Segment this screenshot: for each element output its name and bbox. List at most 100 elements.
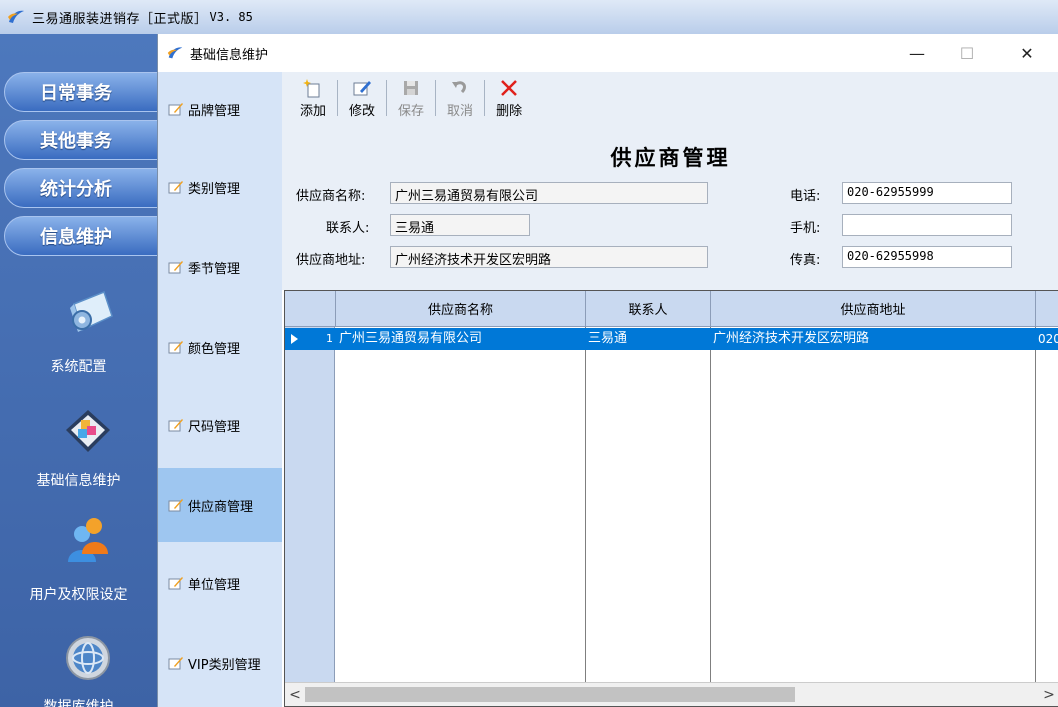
column-header-contact[interactable]: 联系人 <box>586 291 711 327</box>
undo-icon <box>452 80 466 93</box>
system-config-icon[interactable] <box>60 286 116 336</box>
dialog-logo-icon <box>167 47 183 59</box>
mobile-label: 手机: <box>790 221 821 236</box>
edit-icon <box>168 341 183 354</box>
toolbar: 添加 修改 保存 取消 删除 <box>282 72 1058 124</box>
supplier-grid: 供应商名称 联系人 供应商地址 1 广州三易通贸易有限公司 三易通 广州经济技术… <box>284 290 1058 707</box>
nav-item-label: 单位管理 <box>188 577 241 593</box>
supplier-address-field[interactable]: 广州经济技术开发区宏明路 <box>390 246 708 268</box>
phone-label: 电话: <box>790 189 821 204</box>
nav-item-color[interactable]: 颜色管理 <box>158 310 282 384</box>
close-button[interactable]: ✕ <box>1004 34 1050 72</box>
mobile-field[interactable] <box>842 214 1012 236</box>
dialog-title: 基础信息维护 <box>190 47 269 63</box>
column-divider <box>1035 327 1036 682</box>
cancel-label: 取消 <box>447 103 474 119</box>
cell-phone[interactable]: 020 <box>1038 328 1058 350</box>
app-logo-icon <box>8 10 24 23</box>
phone-field[interactable]: 020-62955999 <box>842 182 1012 204</box>
cell-contact[interactable]: 三易通 <box>588 328 708 350</box>
cell-address[interactable]: 广州经济技术开发区宏明路 <box>713 328 1033 350</box>
nav-item-label: 颜色管理 <box>188 341 241 357</box>
app-title: 三易通服装进销存［正式版］ <box>32 11 208 27</box>
nav-item-category[interactable]: 类别管理 <box>158 150 282 224</box>
contact-field[interactable]: 三易通 <box>390 214 530 236</box>
row-index: 1 <box>326 332 333 345</box>
tool-label-basic-info[interactable]: 基础信息维护 <box>0 470 157 490</box>
edit-icon <box>168 261 183 274</box>
toolbar-separator <box>484 80 486 116</box>
cancel-button[interactable]: 取消 <box>441 74 479 122</box>
supplier-form: 供应商管理 供应商名称: 广州三易通贸易有限公司 联系人: 三易通 供应商地址:… <box>282 124 1058 290</box>
users-permission-icon[interactable] <box>60 514 116 564</box>
edit-icon <box>168 419 183 432</box>
supplier-address-label: 供应商地址: <box>296 253 366 268</box>
add-button[interactable]: 添加 <box>294 74 332 122</box>
save-icon <box>404 80 419 95</box>
tool-label-database[interactable]: 数据库维护 <box>0 696 157 707</box>
column-divider <box>585 327 586 682</box>
nav-item-label: 品牌管理 <box>188 103 241 119</box>
outer-menu-panel: 日常事务 其他事务 统计分析 信息维护 系统配置 基础信息维护 用户及权限设定 … <box>0 34 157 707</box>
cell-supplier-name[interactable]: 广州三易通贸易有限公司 <box>339 328 583 350</box>
column-header-phone[interactable] <box>1036 291 1058 327</box>
nav-item-label: 供应商管理 <box>188 499 254 515</box>
minimize-button[interactable]: — <box>894 34 940 72</box>
row-header-column <box>285 327 335 682</box>
edit-icon <box>168 103 183 116</box>
row-pointer-icon <box>291 334 298 344</box>
supplier-name-field[interactable]: 广州三易通贸易有限公司 <box>390 182 708 204</box>
nav-item-label: VIP类别管理 <box>188 657 261 673</box>
app-version: V3. 85 <box>209 10 253 24</box>
save-button[interactable]: 保存 <box>392 74 430 122</box>
nav-item-supplier[interactable]: 供应商管理 <box>158 468 282 542</box>
tool-label-system-config[interactable]: 系统配置 <box>0 356 157 376</box>
info-maintenance-button[interactable]: 信息维护 <box>4 216 157 256</box>
edit-icon <box>353 80 372 95</box>
nav-item-season[interactable]: 季节管理 <box>158 230 282 304</box>
edit-icon <box>168 657 183 670</box>
delete-label: 删除 <box>496 103 523 119</box>
add-label: 添加 <box>300 103 327 119</box>
nav-item-vip-category[interactable]: VIP类别管理 <box>158 626 282 700</box>
form-title: 供应商管理 <box>610 145 731 170</box>
column-divider <box>710 327 711 682</box>
scrollbar-thumb[interactable] <box>305 687 795 702</box>
save-label: 保存 <box>398 103 425 119</box>
basic-info-icon[interactable] <box>60 406 116 456</box>
edit-label: 修改 <box>349 103 376 119</box>
statistics-button[interactable]: 统计分析 <box>4 168 157 208</box>
dialog-title-bar[interactable]: 基础信息维护 — ☐ ✕ <box>158 34 1058 72</box>
nav-item-label: 尺码管理 <box>188 419 241 435</box>
column-header-address[interactable]: 供应商地址 <box>711 291 1036 327</box>
fax-label: 传真: <box>790 253 821 268</box>
delete-button[interactable]: 删除 <box>490 74 528 122</box>
basic-info-dialog: 基础信息维护 — ☐ ✕ 品牌管理 类别管理 季节管理 颜色管理 尺码管理 供应… <box>157 34 1058 707</box>
tool-label-users-permission[interactable]: 用户及权限设定 <box>0 584 157 604</box>
daily-affairs-button[interactable]: 日常事务 <box>4 72 157 112</box>
horizontal-scrollbar[interactable]: < > <box>285 682 1058 706</box>
scroll-right-button[interactable]: > <box>1039 683 1058 706</box>
table-row[interactable]: 1 广州三易通贸易有限公司 三易通 广州经济技术开发区宏明路 020 <box>285 328 1058 350</box>
toolbar-separator <box>386 80 388 116</box>
database-icon[interactable] <box>60 632 116 682</box>
edit-button[interactable]: 修改 <box>343 74 381 122</box>
other-affairs-button[interactable]: 其他事务 <box>4 120 157 160</box>
toolbar-separator <box>435 80 437 116</box>
edit-icon <box>168 577 183 590</box>
contact-label: 联系人: <box>326 221 370 236</box>
nav-item-unit[interactable]: 单位管理 <box>158 546 282 620</box>
add-icon <box>303 78 320 97</box>
nav-item-size[interactable]: 尺码管理 <box>158 388 282 462</box>
toolbar-separator <box>337 80 339 116</box>
fax-field[interactable]: 020-62955998 <box>842 246 1012 268</box>
dialog-nav: 品牌管理 类别管理 季节管理 颜色管理 尺码管理 供应商管理 单位管理 VIP类… <box>158 72 282 707</box>
scroll-left-button[interactable]: < <box>285 683 305 706</box>
nav-item-brand[interactable]: 品牌管理 <box>158 72 282 146</box>
grid-corner-header <box>285 291 336 327</box>
column-header-name[interactable]: 供应商名称 <box>336 291 586 327</box>
nav-item-label: 季节管理 <box>188 261 241 277</box>
maximize-button[interactable]: ☐ <box>944 34 990 72</box>
app-title-bar: 三易通服装进销存［正式版］ V3. 85 <box>0 0 1058 34</box>
supplier-name-label: 供应商名称: <box>296 189 366 204</box>
